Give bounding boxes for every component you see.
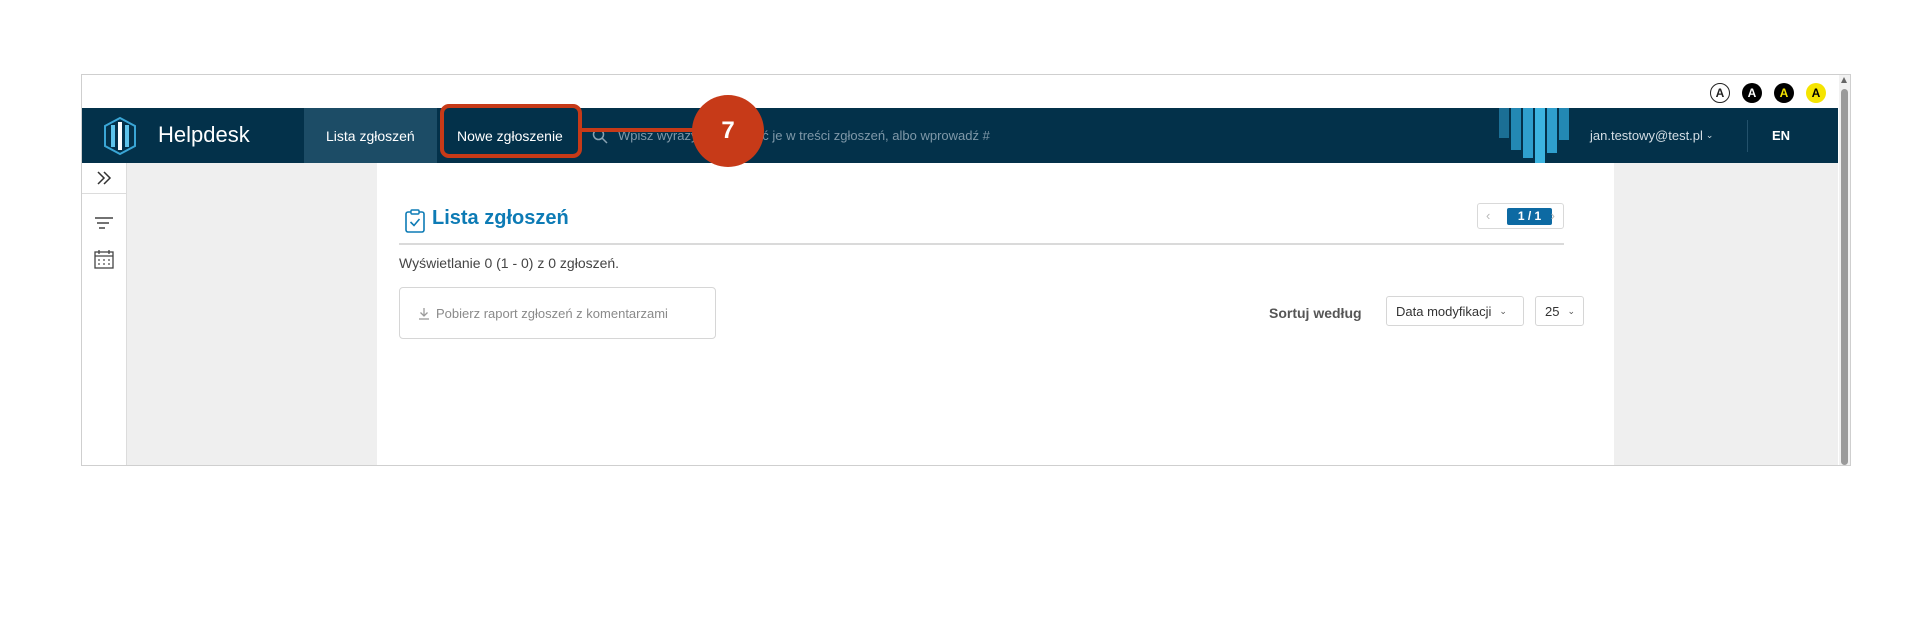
- tab-ticket-list-label: Lista zgłoszeń: [326, 127, 415, 144]
- contrast-black-yellow-button[interactable]: A: [1774, 83, 1794, 103]
- chevron-down-icon: ⌄: [1499, 305, 1507, 316]
- scrollbar-thumb[interactable]: [1841, 89, 1848, 465]
- download-icon: [419, 307, 429, 320]
- clipboard-check-icon: [405, 209, 425, 233]
- step-connector-line: [580, 128, 696, 132]
- results-summary: Wyświetlanie 0 (1 - 0) z 0 zgłoszeń.: [399, 255, 620, 271]
- nav-separator: [1747, 120, 1748, 152]
- pagination: ‹ 1 / 1 ›: [1477, 203, 1564, 229]
- pagination-prev-button[interactable]: ‹: [1486, 208, 1490, 223]
- step-number-badge: 7: [692, 95, 764, 167]
- vertical-scrollbar[interactable]: [1839, 75, 1850, 465]
- title-divider: [399, 243, 1564, 245]
- calendar-icon[interactable]: [94, 249, 114, 269]
- user-email: jan.testowy@test.pl: [1590, 128, 1703, 143]
- sort-label: Sortuj według: [1269, 305, 1362, 321]
- filter-icon[interactable]: [94, 213, 114, 233]
- ticket-list-panel: Lista zgłoszeń ‹ 1 / 1 › Wyświetlanie 0 …: [377, 163, 1614, 465]
- helpdesk-logo-icon[interactable]: [102, 116, 138, 156]
- download-report-button[interactable]: Pobierz raport zgłoszeń z komentarzami: [399, 287, 716, 339]
- search-field[interactable]: Wpisz wyrazy, aby szukać je w treści zgł…: [592, 108, 990, 163]
- top-navigation-bar: Helpdesk Lista zgłoszeń Nowe zgłoszenie …: [82, 108, 1838, 163]
- sort-by-select[interactable]: Data modyfikacji ⌄: [1386, 296, 1524, 326]
- sidebar: [82, 163, 127, 465]
- double-chevron-right-icon: [97, 171, 112, 185]
- pagination-current-page: 1 / 1: [1507, 208, 1552, 225]
- per-page-select[interactable]: 25 ⌄: [1535, 296, 1584, 326]
- brand-decoration-icon: [1499, 108, 1569, 163]
- contrast-black-white-button[interactable]: A: [1742, 83, 1762, 103]
- app-title[interactable]: Helpdesk: [158, 122, 250, 148]
- per-page-value: 25: [1545, 303, 1560, 319]
- contrast-switcher: A A A A: [1710, 83, 1826, 103]
- user-menu[interactable]: jan.testowy@test.pl ⌄: [1590, 108, 1713, 163]
- scroll-up-arrow-icon[interactable]: [1841, 77, 1847, 83]
- contrast-default-button[interactable]: A: [1710, 83, 1730, 103]
- chevron-down-icon: ⌄: [1705, 130, 1714, 140]
- language-switch[interactable]: EN: [1772, 108, 1790, 163]
- browser-viewport: A A A A Helpdesk Lista zgłoszeń Nowe zgł…: [81, 74, 1851, 466]
- tab-ticket-list[interactable]: Lista zgłoszeń: [304, 108, 437, 163]
- pagination-next-button[interactable]: ›: [1551, 208, 1555, 223]
- page-title: Lista zgłoszeń: [432, 207, 569, 229]
- contrast-yellow-black-button[interactable]: A: [1806, 83, 1826, 103]
- download-report-label: Pobierz raport zgłoszeń z komentarzami: [436, 305, 668, 321]
- chevron-down-icon: ⌄: [1567, 305, 1576, 316]
- sort-by-value: Data modyfikacji: [1396, 303, 1492, 319]
- step-highlight-box: [440, 104, 582, 158]
- sidebar-expand-button[interactable]: [82, 163, 126, 194]
